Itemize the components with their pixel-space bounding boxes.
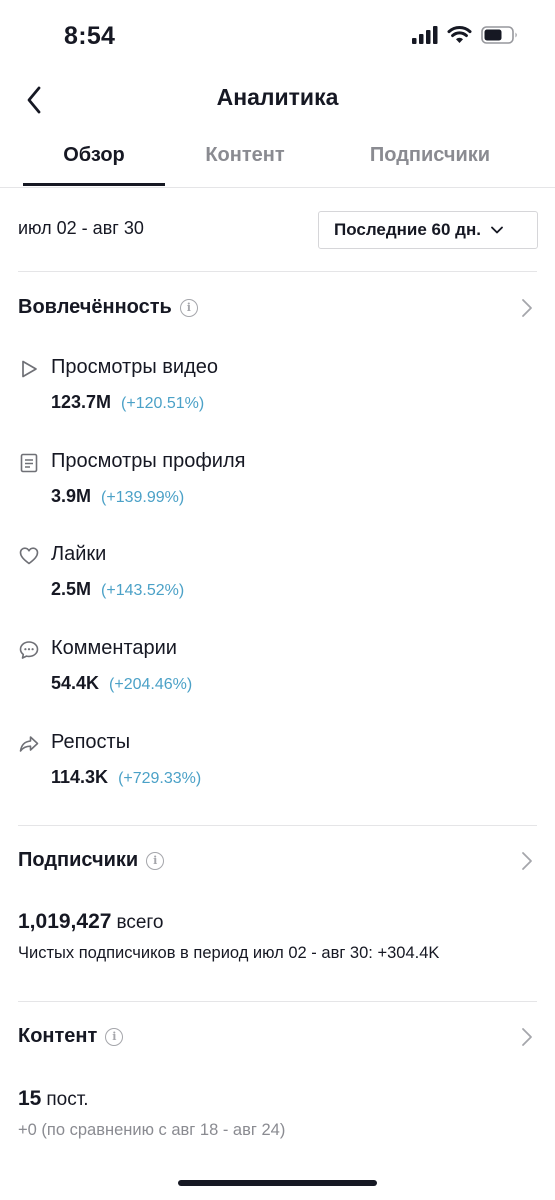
chevron-down-icon	[491, 226, 503, 234]
followers-section-header[interactable]: Подписчики i	[18, 849, 165, 872]
metric-value-row: 2.5M (+143.52%)	[51, 579, 184, 600]
metric-label: Комментарии	[51, 637, 177, 659]
metric-value: 2.5M	[51, 579, 92, 599]
metric-value-row: 114.3K (+729.33%)	[51, 767, 201, 788]
chevron-right-icon[interactable]	[521, 1027, 533, 1047]
status-time: 8:54	[64, 22, 116, 50]
metric-value: 114.3K	[51, 767, 109, 787]
metric-value: 123.7M	[51, 392, 112, 412]
followers-net-text: Чистых подписчиков в период июл 02 - авг…	[18, 944, 440, 962]
metric-value-row: 123.7M (+120.51%)	[51, 392, 204, 413]
heart-icon	[19, 547, 39, 565]
period-dropdown[interactable]: Последние 60 дн.	[318, 211, 538, 249]
content-posts-suffix: пост.	[46, 1089, 89, 1110]
metric-comments: Комментарии 54.4K (+204.46%)	[18, 637, 538, 707]
nav-header: Аналитика	[0, 72, 555, 124]
home-indicator[interactable]	[178, 1180, 377, 1186]
content-comparison: +0 (по сравнению с авг 18 - авг 24)	[18, 1121, 286, 1139]
chevron-right-icon[interactable]	[521, 298, 533, 318]
metric-value-row: 54.4K (+204.46%)	[51, 673, 192, 694]
followers-total-row: 1,019,427 всего	[18, 910, 163, 934]
metric-value-row: 3.9M (+139.99%)	[51, 486, 184, 507]
metric-label: Репосты	[51, 731, 131, 753]
info-icon[interactable]: i	[146, 851, 165, 870]
metric-profile-views: Просмотры профиля 3.9M (+139.99%)	[18, 450, 538, 520]
metric-label: Просмотры видео	[51, 356, 218, 378]
engagement-section-header[interactable]: Вовлечённость i	[18, 296, 198, 319]
followers-total: 1,019,427	[18, 910, 112, 933]
info-icon[interactable]: i	[179, 298, 198, 317]
metric-label: Лайки	[51, 543, 107, 565]
content-posts-row: 15 пост.	[18, 1087, 89, 1111]
metric-shares: Репосты 114.3K (+729.33%)	[18, 731, 538, 801]
status-icons	[412, 26, 519, 44]
metric-delta: (+204.46%)	[109, 676, 193, 693]
comment-icon	[19, 641, 39, 659]
metric-delta: (+139.99%)	[101, 489, 185, 506]
metric-value: 3.9M	[51, 486, 92, 506]
battery-icon	[481, 26, 517, 44]
followers-title: Подписчики	[18, 849, 139, 871]
metric-delta: (+143.52%)	[101, 582, 185, 599]
divider	[18, 1001, 537, 1002]
metric-likes: Лайки 2.5M (+143.52%)	[18, 543, 538, 613]
tab-overview[interactable]: Обзор	[23, 144, 165, 167]
engagement-title: Вовлечённость	[18, 296, 172, 318]
share-icon	[19, 736, 39, 752]
status-bar: 8:54	[0, 0, 555, 72]
metric-value: 54.4K	[51, 673, 100, 693]
active-tab-indicator	[23, 183, 165, 186]
wifi-icon	[447, 26, 472, 43]
metric-delta: (+729.33%)	[118, 770, 202, 787]
content-posts-count: 15	[18, 1087, 42, 1110]
play-icon	[22, 360, 37, 378]
divider	[18, 271, 537, 272]
chevron-right-icon[interactable]	[521, 851, 533, 871]
page-title: Аналитика	[216, 84, 339, 110]
divider	[18, 825, 537, 826]
content-section-header[interactable]: Контент i	[18, 1025, 124, 1048]
content-title: Контент	[18, 1025, 98, 1047]
followers-total-suffix: всего	[116, 912, 164, 933]
metric-label: Просмотры профиля	[51, 450, 246, 472]
info-icon[interactable]: i	[105, 1027, 124, 1046]
tab-bar: Обзор Контент Подписчики	[0, 128, 555, 188]
tab-followers[interactable]: Подписчики	[345, 144, 515, 167]
date-range: июл 02 - авг 30	[18, 218, 144, 238]
metric-delta: (+120.51%)	[121, 395, 205, 412]
tab-content[interactable]: Контент	[175, 144, 315, 167]
metric-video-views: Просмотры видео 123.7M (+120.51%)	[18, 356, 538, 426]
profile-views-icon	[20, 453, 38, 473]
cellular-signal-icon	[412, 26, 438, 44]
period-dropdown-label: Последние 60 дн.	[334, 220, 481, 239]
